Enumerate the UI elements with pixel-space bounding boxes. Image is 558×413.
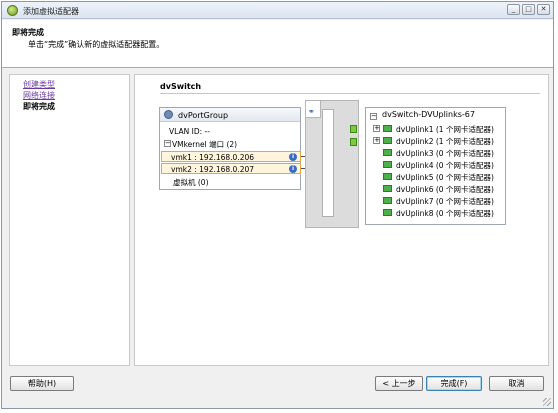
uplinks-name: dvSwitch-DVUplinks-67: [382, 110, 475, 119]
nav-step-ready-to-complete: 即将完成: [23, 102, 55, 111]
uplink-label: dvUplink1 (1 个网卡适配器): [396, 125, 494, 134]
uplink-item[interactable]: + dvUplink1 (1 个网卡适配器): [373, 123, 503, 134]
uplink-label: dvUplink5 (0 个网卡适配器): [396, 173, 494, 182]
uplink-item[interactable]: dvUplink8 (0 个网卡适配器): [373, 207, 503, 218]
help-button[interactable]: 帮助(H): [10, 376, 74, 391]
uplink-item[interactable]: dvUplink5 (0 个网卡适配器): [373, 171, 503, 182]
header-subtitle: 单击“完成”确认新的虚拟适配器配置。: [28, 40, 165, 49]
nic-icon: [383, 173, 392, 180]
port-group-header: dvPortGroup: [160, 108, 300, 122]
uplink-port-icon: [350, 138, 357, 146]
vsphere-app-icon: [7, 5, 18, 16]
uplinks-box: − dvSwitch-DVUplinks-67 + dvUplink1 (1 个…: [365, 107, 506, 225]
link-icon: ⚭: [308, 107, 315, 116]
nic-icon: [383, 209, 392, 216]
vmk-row[interactable]: vmk1 : 192.168.0.206 i: [161, 151, 301, 162]
uplink-item[interactable]: dvUplink3 (0 个网卡适配器): [373, 147, 503, 158]
nic-icon: [383, 137, 392, 144]
minimize-button[interactable]: _: [507, 4, 520, 15]
section-divider: [160, 93, 540, 94]
finish-button[interactable]: 完成(F): [426, 376, 482, 391]
vmk-row[interactable]: vmk2 : 192.168.0.207 i: [161, 163, 301, 174]
switch-section-title: dvSwitch: [160, 82, 202, 91]
title-bar: 添加虚拟适配器 _ □ ✕: [2, 2, 553, 19]
port-group-name: dvPortGroup: [178, 111, 229, 120]
info-icon[interactable]: i: [289, 165, 297, 173]
collapse-icon[interactable]: −: [370, 113, 377, 120]
wizard-header: 即将完成 单击“完成”确认新的虚拟适配器配置。: [2, 20, 553, 68]
nic-icon: [383, 185, 392, 192]
vmkernel-ports-label: VMkernel 端口 (2): [172, 140, 238, 149]
uplink-label: dvUplink2 (1 个网卡适配器): [396, 137, 494, 146]
vmk-label: vmk1 : 192.168.0.206: [171, 153, 255, 162]
uplinks-header: − dvSwitch-DVUplinks-67: [370, 110, 475, 120]
expand-icon[interactable]: +: [373, 137, 380, 144]
uplink-port-icon: [350, 125, 357, 133]
nav-step-create-type[interactable]: 创建类型: [23, 79, 55, 90]
wizard-steps-nav: 创建类型 网络连接 即将完成: [9, 74, 130, 366]
expand-icon[interactable]: +: [373, 125, 380, 132]
nic-icon: [383, 197, 392, 204]
summary-panel: dvSwitch dvPortGroup VLAN ID: -- − VMker…: [134, 74, 549, 366]
port-group-box: dvPortGroup VLAN ID: -- − VMkernel 端口 (2…: [159, 107, 301, 190]
virtual-machines-label: 虚拟机 (0): [173, 178, 209, 187]
uplink-item[interactable]: dvUplink6 (0 个网卡适配器): [373, 183, 503, 194]
vmk-label: vmk2 : 192.168.0.207: [171, 165, 255, 174]
maximize-button[interactable]: □: [522, 4, 535, 15]
dialog-window: 添加虚拟适配器 _ □ ✕ 即将完成 单击“完成”确认新的虚拟适配器配置。 创建…: [1, 1, 554, 409]
nic-icon: [383, 161, 392, 168]
info-icon[interactable]: i: [289, 153, 297, 161]
uplink-item[interactable]: dvUplink7 (0 个网卡适配器): [373, 195, 503, 206]
port-group-icon: [164, 110, 173, 119]
cancel-button[interactable]: 取消: [489, 376, 544, 391]
back-button[interactable]: < 上一步: [375, 376, 423, 391]
vmkernel-group: − VMkernel 端口 (2): [162, 139, 237, 150]
switch-backplane: [322, 109, 334, 217]
uplink-label: dvUplink8 (0 个网卡适配器): [396, 209, 494, 218]
uplink-label: dvUplink3 (0 个网卡适配器): [396, 149, 494, 158]
vlan-id-label: VLAN ID: --: [169, 127, 210, 136]
uplink-label: dvUplink4 (0 个网卡适配器): [396, 161, 494, 170]
nic-icon: [383, 149, 392, 156]
header-title: 即将完成: [12, 28, 44, 37]
resize-grip-icon[interactable]: [543, 398, 551, 406]
nic-icon: [383, 125, 392, 132]
uplink-item[interactable]: dvUplink4 (0 个网卡适配器): [373, 159, 503, 170]
uplink-item[interactable]: + dvUplink2 (1 个网卡适配器): [373, 135, 503, 146]
close-button[interactable]: ✕: [537, 4, 550, 15]
nav-step-network-connection[interactable]: 网络连接: [23, 90, 55, 101]
uplink-label: dvUplink7 (0 个网卡适配器): [396, 197, 494, 206]
collapse-icon[interactable]: −: [164, 140, 171, 147]
window-title: 添加虚拟适配器: [23, 7, 79, 16]
uplink-label: dvUplink6 (0 个网卡适配器): [396, 185, 494, 194]
